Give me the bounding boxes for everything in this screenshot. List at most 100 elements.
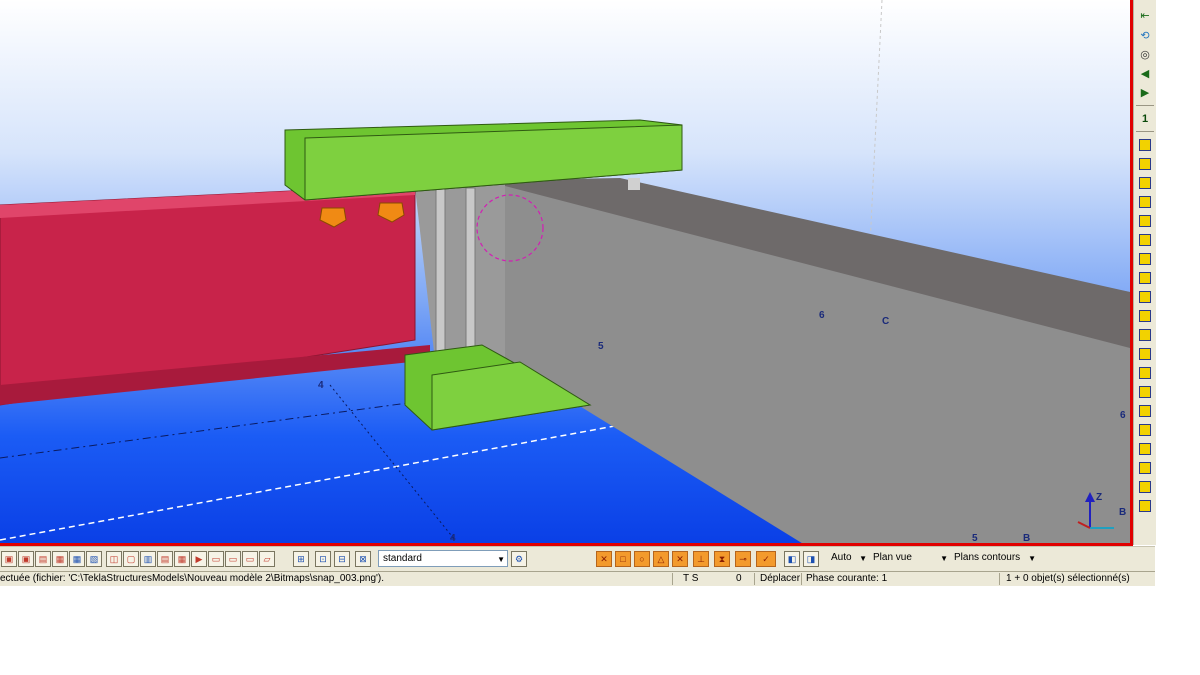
beam-icon-9[interactable] bbox=[1136, 289, 1154, 305]
chevron-down-icon: ▼ bbox=[1028, 554, 1036, 563]
select-assembly-mode-icon[interactable]: ⊡ bbox=[315, 551, 331, 567]
status-divider bbox=[754, 573, 755, 585]
select-line-icon[interactable]: ▧ bbox=[86, 551, 102, 567]
snap-midpoint-icon[interactable]: □ bbox=[615, 551, 631, 567]
snap-nearest-icon[interactable]: ⧗ bbox=[714, 551, 730, 567]
beam-icon-12[interactable] bbox=[1136, 346, 1154, 362]
beam-icon-5[interactable] bbox=[1136, 213, 1154, 229]
plane-value: Plan vue bbox=[873, 552, 912, 563]
beam-icon-8[interactable] bbox=[1136, 270, 1154, 286]
snap-endpoint-icon[interactable]: ✕ bbox=[596, 551, 612, 567]
refresh-icon[interactable]: ⟲ bbox=[1136, 27, 1154, 43]
select-cut-icon[interactable]: ▥ bbox=[140, 551, 156, 567]
select-snap-icon[interactable]: ⊞ bbox=[293, 551, 309, 567]
status-bar: ectuée (fichier: 'C:\TeklaStructuresMode… bbox=[0, 571, 1155, 586]
snap-perpendicular-icon[interactable]: ⊥ bbox=[693, 551, 709, 567]
select-point-icon[interactable]: ▦ bbox=[52, 551, 68, 567]
toolbar-separator bbox=[1136, 105, 1154, 106]
number-one-icon[interactable]: 1 bbox=[1136, 111, 1154, 127]
status-count: 0 bbox=[736, 573, 742, 584]
snap-triangle-icon[interactable]: △ bbox=[653, 551, 669, 567]
snap-line-icon[interactable]: ⊸ bbox=[735, 551, 751, 567]
select-component-icon[interactable]: ▦ bbox=[174, 551, 190, 567]
anchor-rod-end bbox=[628, 178, 640, 190]
select-surface-icon[interactable]: ▤ bbox=[35, 551, 51, 567]
arrow-left-icon[interactable]: ◀ bbox=[1136, 65, 1154, 81]
grid-label: 6 bbox=[1120, 410, 1126, 421]
snap-center-icon[interactable]: ○ bbox=[634, 551, 650, 567]
model-scene[interactable]: 4 4 5 5 6 6 C B B Z bbox=[0, 0, 1132, 545]
select-all-icon[interactable]: ▣ bbox=[1, 551, 17, 567]
snap-free-icon[interactable]: ✓ bbox=[756, 551, 776, 567]
grid-label: B bbox=[1119, 507, 1126, 518]
beam-icon-3[interactable] bbox=[1136, 175, 1154, 191]
select-weld-icon[interactable]: ▢ bbox=[123, 551, 139, 567]
select-grid-icon[interactable]: ▦ bbox=[69, 551, 85, 567]
snap-depth-dropdown[interactable]: Auto ▼ bbox=[827, 550, 869, 567]
beam-icon-16[interactable] bbox=[1136, 422, 1154, 438]
select-view-icon[interactable]: ▭ bbox=[242, 551, 258, 567]
bottom-toolbar: ▣ ▣ ▤ ▦ ▦ ▧ ◫ ▢ ▥ ▤ ▦ ▶ ▭ ▭ ▭ ▱ ⊞ ⊡ ⊟ ⊠ … bbox=[0, 546, 1155, 571]
grid-label: 6 bbox=[819, 310, 825, 321]
binoculars-icon[interactable]: ◎ bbox=[1136, 46, 1154, 62]
select-plane-icon[interactable]: ▱ bbox=[259, 551, 275, 567]
grid-line-white bbox=[0, 424, 621, 541]
beam-icon-1[interactable] bbox=[1136, 137, 1154, 153]
beam-icon-4[interactable] bbox=[1136, 194, 1154, 210]
beam-icon-11[interactable] bbox=[1136, 327, 1154, 343]
selection-filter-dropdown[interactable]: standard ▼ bbox=[378, 550, 508, 567]
select-filter-icon[interactable]: ▭ bbox=[225, 551, 241, 567]
3d-model-viewport[interactable]: 4 4 5 5 6 6 C B B Z bbox=[0, 0, 1132, 545]
status-selection: 1 + 0 objet(s) sélectionné(s) bbox=[1006, 573, 1130, 584]
toolbar-separator bbox=[1136, 131, 1154, 132]
select-object-icon[interactable]: ▶ bbox=[191, 551, 207, 567]
contour-plane-value: Plans contours bbox=[954, 552, 1021, 563]
axis-z-label: Z bbox=[1096, 492, 1102, 503]
beam-icon-13[interactable] bbox=[1136, 365, 1154, 381]
beam-icon-10[interactable] bbox=[1136, 308, 1154, 324]
chevron-down-icon: ▼ bbox=[497, 555, 505, 564]
status-divider bbox=[801, 573, 802, 585]
snap-plane-icon[interactable]: ◧ bbox=[784, 551, 800, 567]
status-message: ectuée (fichier: 'C:\TeklaStructuresMode… bbox=[0, 573, 385, 584]
right-toolbar: ⇤ ⟲ ◎ ◀ ▶ 1 bbox=[1133, 0, 1156, 545]
plane-dropdown[interactable]: Plan vue ▼ bbox=[869, 550, 950, 567]
beam-icon-15[interactable] bbox=[1136, 403, 1154, 419]
beam-icon-19[interactable] bbox=[1136, 479, 1154, 495]
chevron-down-icon: ▼ bbox=[859, 554, 867, 563]
beam-icon-14[interactable] bbox=[1136, 384, 1154, 400]
snap-intersection-icon[interactable]: ✕ bbox=[672, 551, 688, 567]
anchor-rod bbox=[435, 187, 446, 364]
grid-label: 4 bbox=[318, 380, 324, 391]
beam-icon-20[interactable] bbox=[1136, 498, 1154, 514]
beam-icon-18[interactable] bbox=[1136, 460, 1154, 476]
select-custom-icon[interactable]: ⊠ bbox=[355, 551, 371, 567]
beam-icon-7[interactable] bbox=[1136, 251, 1154, 267]
select-reinforcement-icon[interactable]: ▭ bbox=[208, 551, 224, 567]
concrete-beam-end bbox=[415, 180, 505, 360]
status-divider bbox=[672, 573, 673, 585]
beam-icon-2[interactable] bbox=[1136, 156, 1154, 172]
arrow-right-icon[interactable]: ▶ bbox=[1136, 84, 1154, 100]
beam-icon-6[interactable] bbox=[1136, 232, 1154, 248]
select-bolt-icon[interactable]: ◫ bbox=[106, 551, 122, 567]
selection-filter-value: standard bbox=[383, 553, 422, 564]
filter-settings-icon[interactable]: ⚙ bbox=[511, 551, 527, 567]
select-part-icon[interactable]: ▣ bbox=[18, 551, 34, 567]
select-assembly-icon[interactable]: ▤ bbox=[157, 551, 173, 567]
anchor-rod bbox=[465, 187, 476, 364]
status-ts: T S bbox=[683, 573, 699, 584]
snap-depth-value: Auto bbox=[831, 552, 852, 563]
grid-line-top bbox=[869, 0, 883, 246]
snap-depth-icon[interactable]: ◨ bbox=[803, 551, 819, 567]
status-divider bbox=[999, 573, 1000, 585]
contour-plane-dropdown[interactable]: Plans contours ▼ bbox=[950, 550, 1038, 567]
status-action: Déplacer bbox=[760, 573, 801, 584]
beam-icon-17[interactable] bbox=[1136, 441, 1154, 457]
grid-label: 5 bbox=[598, 341, 604, 352]
grid-label: C bbox=[882, 316, 889, 327]
chevron-down-icon: ▼ bbox=[940, 554, 948, 563]
snap-icon[interactable]: ⇤ bbox=[1136, 7, 1154, 23]
status-phase: Phase courante: 1 bbox=[806, 573, 888, 584]
select-nested-icon[interactable]: ⊟ bbox=[334, 551, 350, 567]
